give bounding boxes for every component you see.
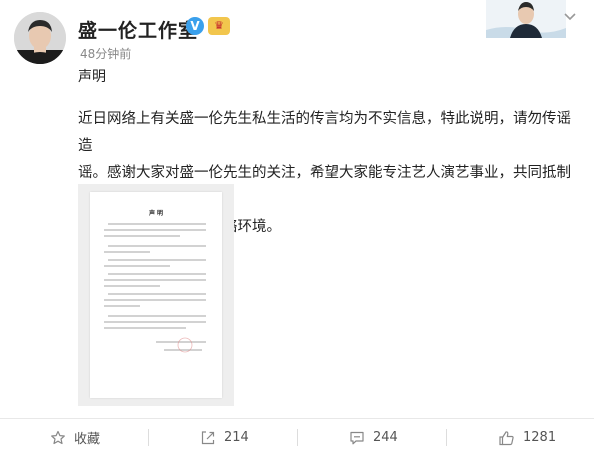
attached-statement-image[interactable]: 声 明: [78, 184, 234, 406]
like-count: 1281: [523, 430, 557, 445]
author-avatar[interactable]: [14, 12, 66, 64]
favorite-button[interactable]: 收藏: [50, 419, 100, 456]
chevron-down-icon[interactable]: [561, 8, 579, 26]
like-button[interactable]: 1281: [498, 419, 556, 456]
post-title: 声明: [78, 69, 106, 85]
profile-cover-image: [486, 0, 566, 38]
repost-button[interactable]: 214: [200, 419, 249, 456]
post-content-line: 近日网络上有关盛一伦先生私生活的传言均为不实信息，特此说明，请勿传谣造: [78, 111, 571, 154]
comment-count: 244: [373, 430, 398, 445]
favorite-label: 收藏: [74, 432, 101, 447]
divider: [297, 429, 298, 446]
divider: [446, 429, 447, 446]
action-bar: 收藏 214 244 1281: [0, 418, 594, 456]
comment-button[interactable]: 244: [349, 419, 398, 456]
author-name[interactable]: 盛一伦工作室: [78, 16, 198, 43]
thumbs-up-icon: [499, 430, 514, 445]
vip-badge-icon: ♛: [208, 17, 230, 35]
document-text-lines: [104, 223, 206, 353]
post-time: 48分钟前: [80, 47, 132, 61]
comment-icon: [350, 431, 364, 444]
repost-count: 214: [224, 430, 249, 445]
repost-icon: [201, 430, 215, 444]
verified-badge-icon: V: [186, 17, 204, 35]
statement-document: 声 明: [90, 192, 222, 398]
star-icon: [51, 430, 65, 444]
divider: [148, 429, 149, 446]
weibo-post: 盛一伦工作室 V ♛ 48分钟前 声明 近日网络上有关盛一伦先生私生活的传言均为…: [0, 0, 594, 455]
